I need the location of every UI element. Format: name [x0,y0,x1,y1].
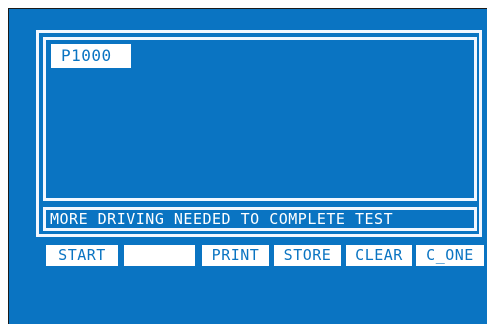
print-button[interactable]: PRINT [202,245,269,266]
status-message: MORE DRIVING NEEDED TO COMPLETE TEST [43,207,477,231]
blank-softkey-button[interactable] [124,245,195,266]
start-button[interactable]: START [46,245,118,266]
trouble-code-item[interactable]: P1000 [51,44,131,68]
c-one-button[interactable]: C_ONE [416,245,484,266]
clear-button[interactable]: CLEAR [346,245,412,266]
store-button[interactable]: STORE [274,245,341,266]
diagnostic-screen: P1000 MORE DRIVING NEEDED TO COMPLETE TE… [8,8,487,324]
screenshot-canvas: P1000 MORE DRIVING NEEDED TO COMPLETE TE… [0,0,487,324]
